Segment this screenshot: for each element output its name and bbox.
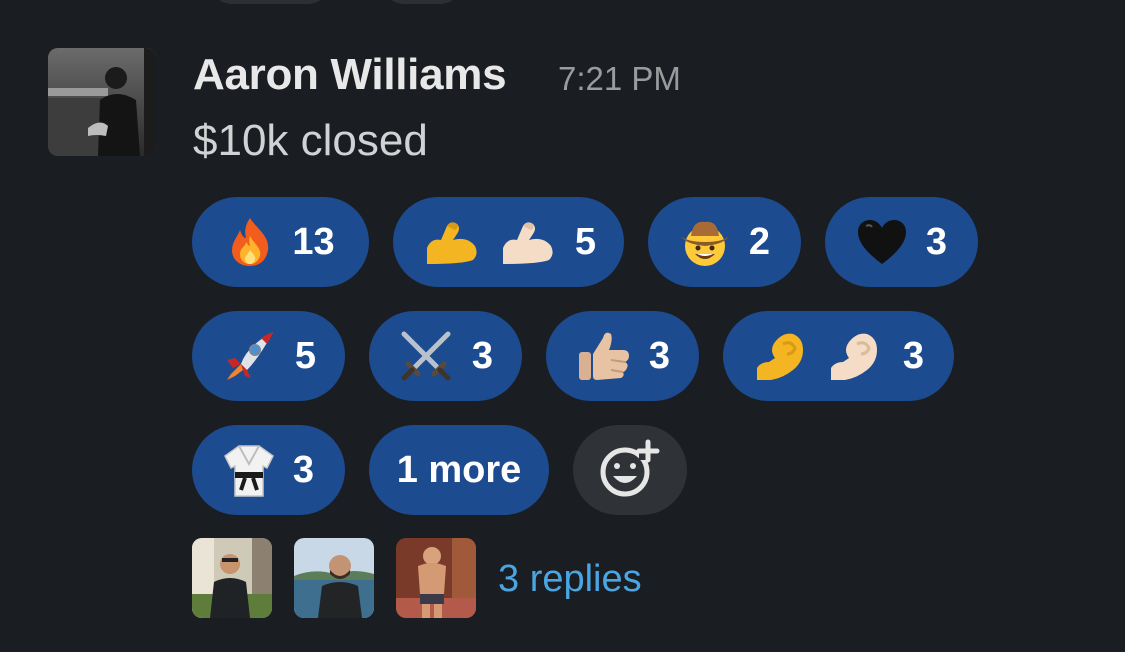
reaction-cowboy[interactable]: 2 [648,197,801,287]
message-view: Aaron Williams 7:21 PM $10k closed 13 5 [0,0,1125,652]
reaction-crossed-swords[interactable]: 3 [369,311,522,401]
reply-avatar[interactable] [192,538,272,618]
reaction-count: 3 [648,334,671,377]
reaction-pinched-fingers[interactable]: 3 [723,311,954,401]
reaction-count: 5 [574,220,597,263]
add-emoji-icon [599,438,661,503]
reaction-count: 5 [294,334,317,377]
reaction-fire[interactable]: 13 [192,197,369,287]
reaction-count: 3 [925,220,948,263]
fire-icon [226,216,274,268]
pinched-fingers-icon [753,328,885,384]
flexed-biceps-icon [421,218,557,266]
reaction-count: 13 [292,220,335,263]
reaction-black-heart[interactable]: 3 [825,197,978,287]
previous-reaction-pill[interactable] [210,0,330,4]
cowboy-face-icon [679,216,731,268]
reaction-martial-arts-uniform[interactable]: 3 [192,425,345,515]
show-more-reactions-button[interactable]: 1 more [369,425,549,515]
more-label: 1 more [396,448,522,491]
thread-replies-link[interactable]: 3 replies [498,558,642,601]
reaction-count: 3 [471,334,494,377]
reaction-rocket[interactable]: 5 [192,311,345,401]
add-reaction-button[interactable] [573,425,687,515]
martial-arts-uniform-icon [223,442,275,498]
reaction-count: 3 [292,448,315,491]
reply-avatar[interactable] [396,538,476,618]
reaction-thumbs-up[interactable]: 3 [546,311,699,401]
black-heart-icon [856,218,908,266]
message-text: $10k closed [193,116,428,165]
author-avatar[interactable] [48,48,156,156]
reaction-count: 2 [748,220,771,263]
author-name[interactable]: Aaron Williams [193,50,507,100]
previous-reaction-pill[interactable] [382,0,462,4]
thumbs-up-icon [575,328,631,384]
reply-avatar[interactable] [294,538,374,618]
reaction-count: 3 [902,334,925,377]
rocket-icon [221,328,277,384]
message-timestamp[interactable]: 7:21 PM [558,60,681,98]
reaction-flexed-biceps[interactable]: 5 [393,197,624,287]
crossed-swords-icon [398,328,454,384]
